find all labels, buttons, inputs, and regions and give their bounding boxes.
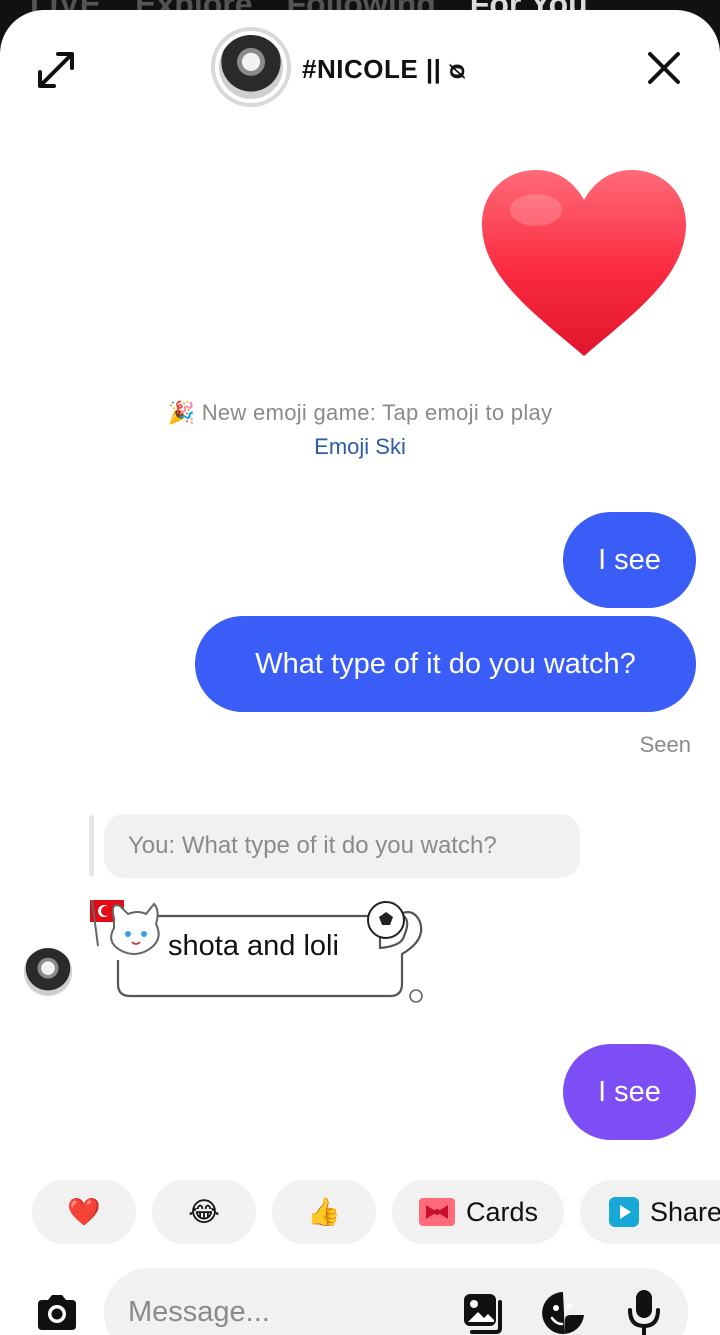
emoji-game-notice: 🎉 New emoji game: Tap emoji to play: [167, 400, 553, 425]
emoji-sticker-icon[interactable]: [540, 1290, 586, 1335]
cards-button[interactable]: Cards: [392, 1180, 564, 1244]
chat-header: #NICOLE || ᴓ: [0, 10, 720, 126]
microphone-icon[interactable]: [624, 1288, 664, 1335]
seen-status: Seen: [639, 732, 691, 757]
quick-reply-bar: ❤️ 😂 👍 Cards Share: [0, 1180, 720, 1244]
quick-reply-laugh[interactable]: 😂: [152, 1180, 256, 1244]
avatar-image: [219, 35, 283, 99]
message-input[interactable]: [128, 1292, 428, 1332]
share-label: Share: [650, 1196, 720, 1227]
message-composer: [0, 1268, 720, 1335]
emoji-ski-link[interactable]: Emoji Ski: [0, 434, 720, 460]
chat-sheet: #NICOLE || ᴓ 🎉 New emoji game: Tap emoji…: [0, 10, 720, 1335]
sent-message-bubble[interactable]: What type of it do you watch?: [195, 616, 696, 712]
contact-avatar[interactable]: [211, 27, 291, 107]
heart-emoji-icon: ❤️: [67, 1197, 101, 1227]
play-icon: [609, 1197, 639, 1227]
thumbs-up-emoji-icon: 👍: [307, 1197, 341, 1227]
heart-emoji-message[interactable]: [478, 166, 690, 358]
gift-card-icon: [418, 1198, 455, 1226]
cards-label: Cards: [465, 1196, 539, 1227]
camera-icon[interactable]: [34, 1290, 80, 1335]
quote-bar: [89, 815, 94, 877]
sent-message-bubble[interactable]: I see: [563, 512, 696, 608]
quoted-message[interactable]: You: What type of it do you watch?: [104, 814, 580, 878]
message-field[interactable]: [104, 1268, 688, 1335]
close-icon[interactable]: [644, 48, 684, 88]
system-notice: 🎉 New emoji game: Tap emoji to play Emoj…: [0, 400, 720, 460]
share-button[interactable]: Share: [580, 1180, 720, 1244]
contact-name[interactable]: #NICOLE || ᴓ: [302, 54, 466, 85]
received-message-text[interactable]: shota and loli: [168, 930, 339, 963]
gallery-icon[interactable]: [460, 1290, 506, 1335]
sender-avatar[interactable]: [24, 948, 72, 996]
quick-reply-heart[interactable]: ❤️: [32, 1180, 136, 1244]
expand-icon[interactable]: [34, 48, 78, 92]
quick-reply-thumbs-up[interactable]: 👍: [272, 1180, 376, 1244]
laughing-emoji-icon: 😂: [188, 1196, 220, 1227]
sent-message-bubble-latest[interactable]: I see: [563, 1044, 696, 1140]
